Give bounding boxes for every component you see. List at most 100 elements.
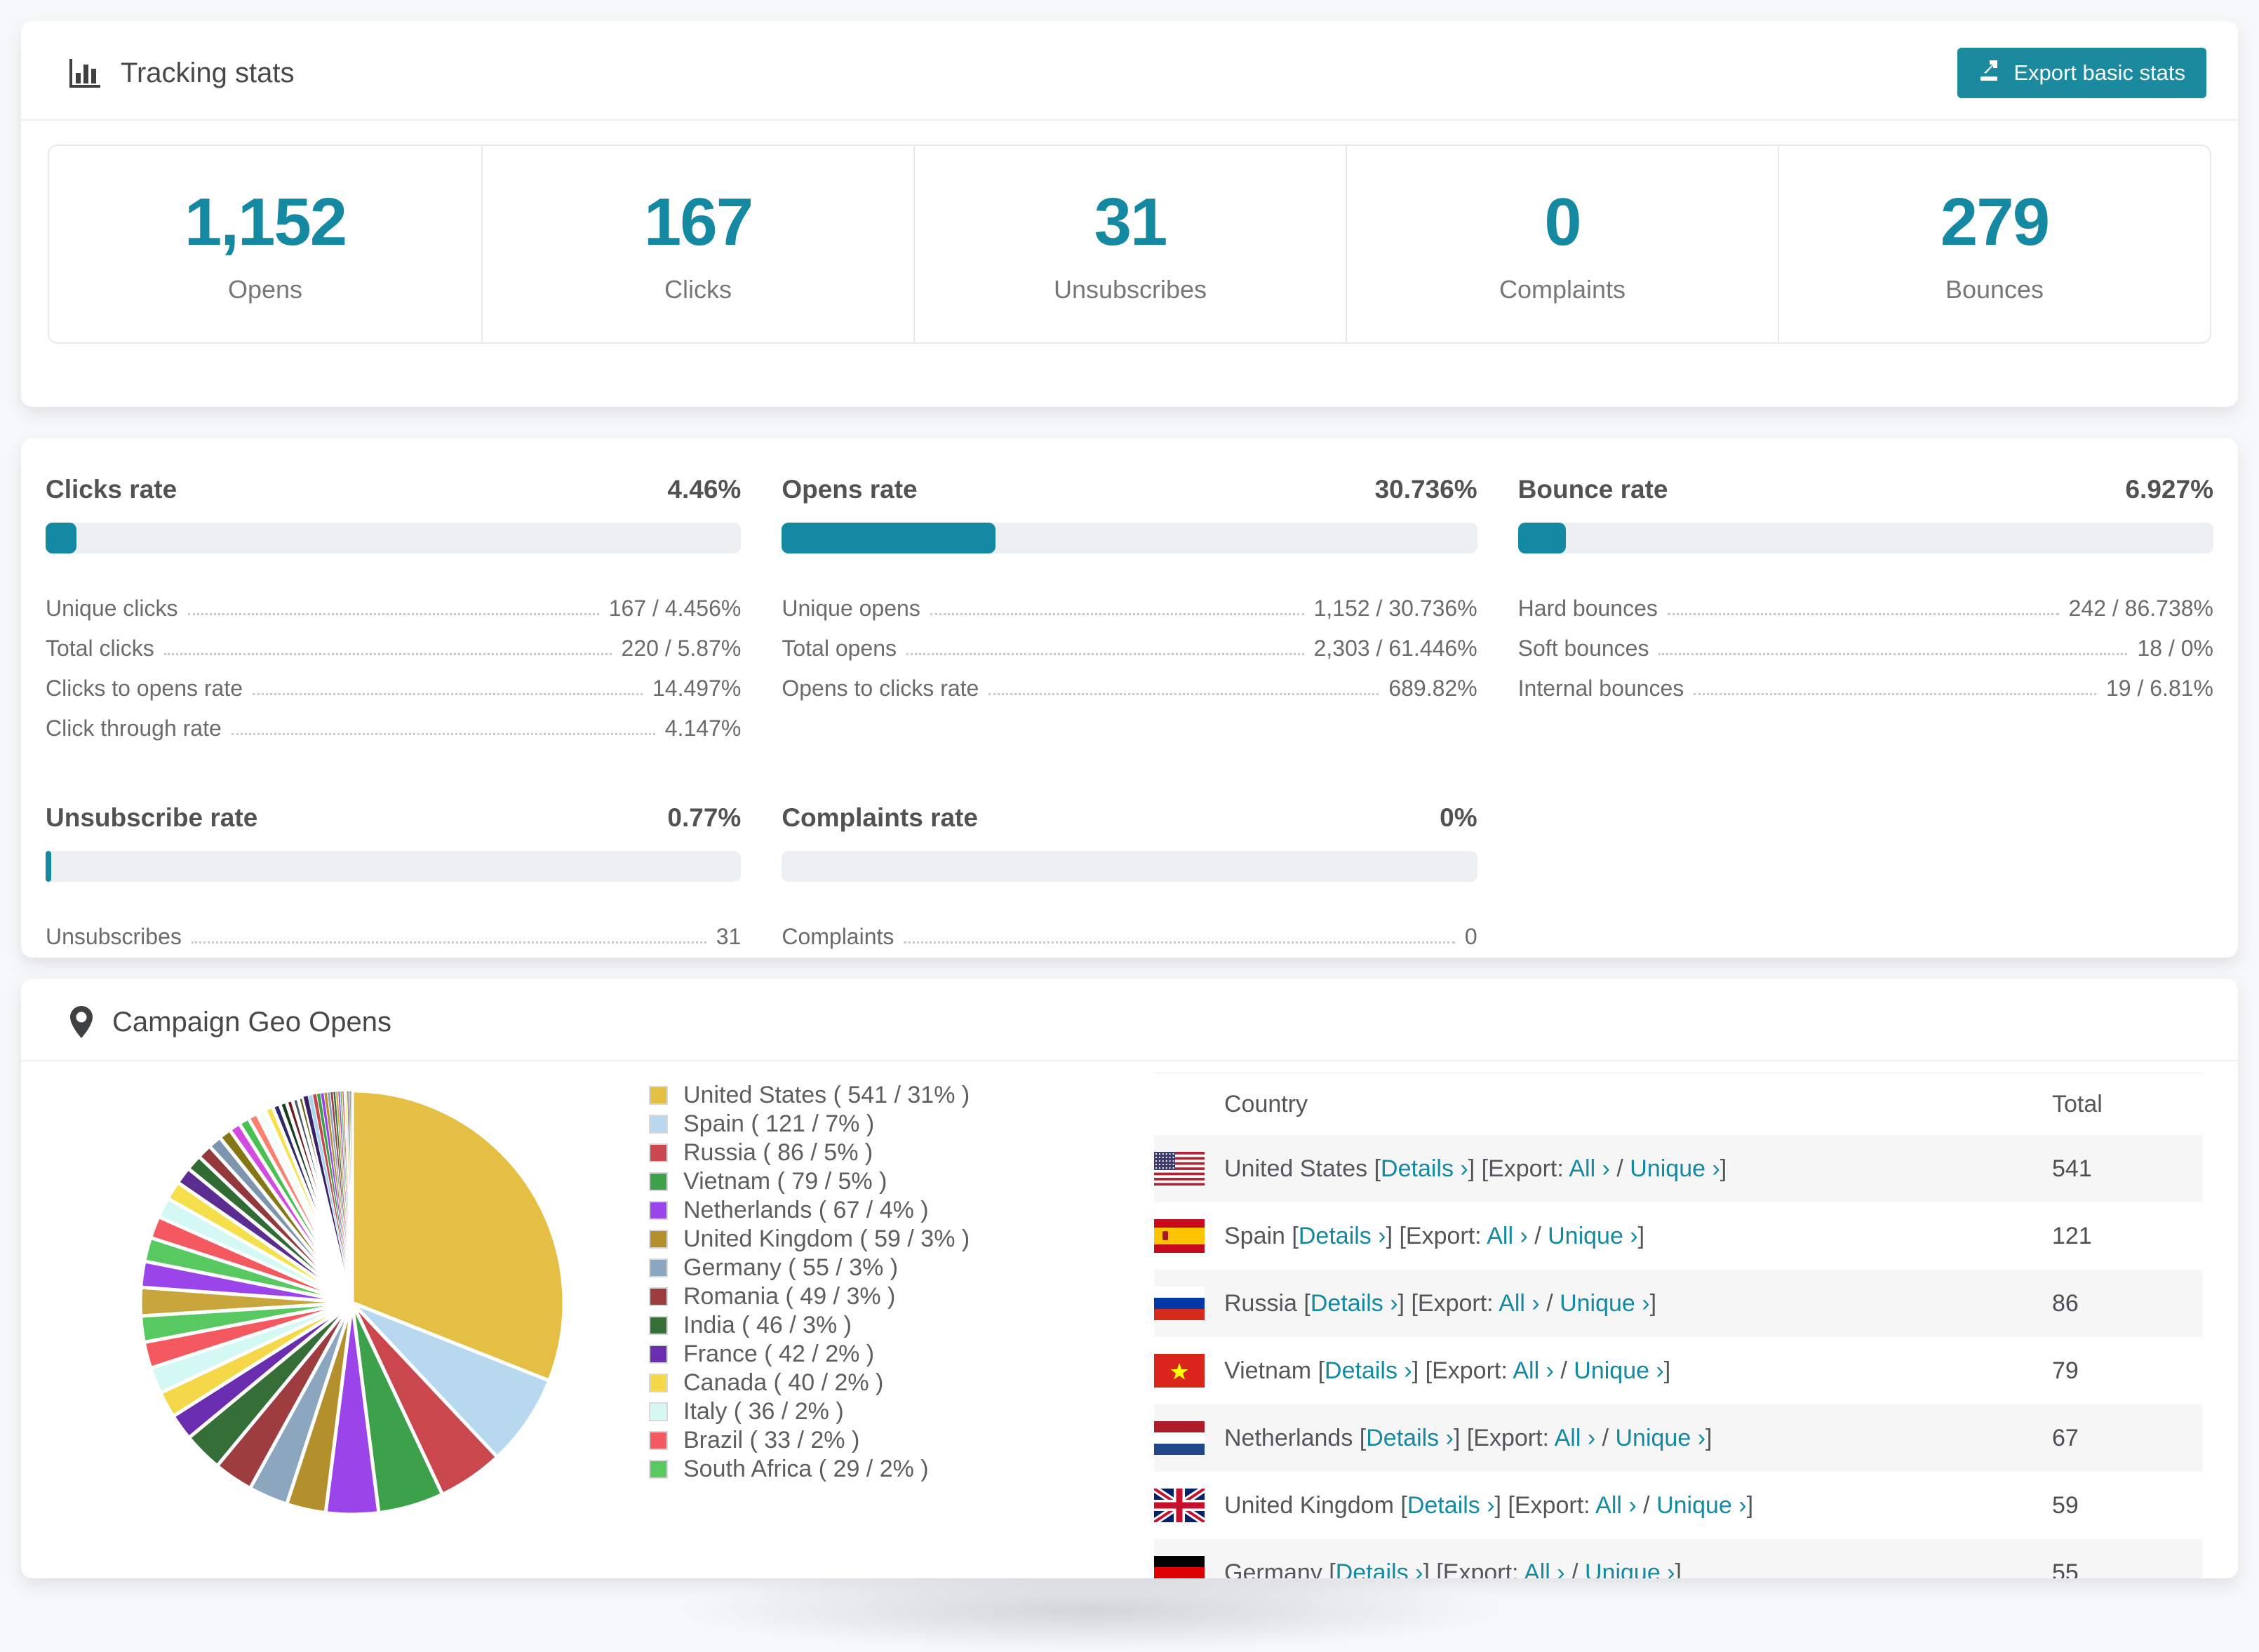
legend-color-swatch [649,1115,668,1134]
export-all-link[interactable]: All › [1487,1223,1528,1249]
country-cell: United States [Details ›] [Export: All ›… [1154,1152,2052,1186]
legend-label: Canada ( 40 / 2% ) [683,1369,884,1396]
rate-stat-row: Clicks to opens rate 14.497% [46,662,741,701]
export-icon [1978,58,2002,88]
details-link[interactable]: Details › [1381,1155,1468,1182]
rate-panel: Opens rate 30.736% Unique opens 1,152 / … [782,475,1477,741]
legend-item: Russia ( 86 / 5% ) [649,1139,970,1167]
export-unique-link[interactable]: Unique › [1585,1559,1675,1579]
stat-label: Complaints [1499,275,1626,304]
geo-table: Country Total United States [Details ›] … [1154,1073,2203,1578]
rate-title: Bounce rate [1517,475,1668,504]
progress-bar-fill [782,523,996,553]
rate-value: 4.46% [667,475,742,504]
rate-stat-value: 220 / 5.87% [621,636,742,661]
export-unique-link[interactable]: Unique › [1548,1223,1638,1249]
rate-stat-value: 14.497% [652,676,742,701]
export-all-link[interactable]: All › [1569,1155,1610,1182]
progress-bar-track [46,851,742,882]
details-link[interactable]: Details › [1325,1357,1412,1384]
country-name: Vietnam [1224,1357,1312,1384]
export-basic-stats-button[interactable]: Export basic stats [1957,48,2206,98]
export-unique-link[interactable]: Unique › [1656,1492,1747,1519]
export-all-link[interactable]: All › [1555,1425,1596,1451]
tracking-stats-page: { "accent": "#1489a1", "tracking": { "ti… [0,0,2259,1652]
rate-stat-value: 2,303 / 61.446% [1313,636,1477,661]
progress-bar-fill [1517,523,1567,553]
tracking-stats-header: Tracking stats Export basic stats [21,21,2238,121]
details-link[interactable]: Details › [1299,1223,1386,1249]
legend-color-swatch [649,1230,668,1249]
dotted-leader [187,613,599,615]
export-button-label: Export basic stats [2013,60,2185,85]
dotted-leader [231,733,655,735]
country-cell: Vietnam [Details ›] [Export: All › / Uni… [1154,1354,2052,1388]
rate-stat-label: Unsubscribes [46,924,182,949]
export-all-link[interactable]: All › [1595,1492,1637,1519]
progress-bar-fill [46,523,77,553]
export-unique-link[interactable]: Unique › [1574,1357,1664,1384]
stat-label: Clicks [664,275,732,304]
country-name: United States [1224,1155,1368,1182]
geo-pie-chart[interactable]: United StatesSpainRussiaVietnamNetherlan… [133,1084,571,1522]
geo-opens-card: Campaign Geo Opens United States Spain Rus… [21,979,2238,1578]
export-unique-link[interactable]: Unique › [1560,1290,1650,1317]
legend-label: France ( 42 / 2% ) [683,1341,875,1367]
details-link[interactable]: Details › [1407,1492,1495,1519]
country-flag-icon [1154,1556,1205,1578]
table-row: Russia [Details ›] [Export: All › / Uniq… [1154,1270,2203,1337]
table-row: Spain [Details ›] [Export: All › / Uniqu… [1154,1202,2203,1270]
legend-item: South Africa ( 29 / 2% ) [649,1455,970,1484]
legend-color-swatch [649,1086,668,1105]
export-unique-link[interactable]: Unique › [1630,1155,1720,1182]
rate-stat-row: Internal bounces 19 / 6.81% [1518,662,2213,701]
rate-value: 0% [1440,803,1477,832]
table-row: Germany [Details ›] [Export: All › / Uni… [1154,1539,2203,1578]
details-link[interactable]: Details › [1311,1290,1398,1317]
rate-stat-row: Opens to clicks rate 689.82% [782,662,1477,701]
rate-stat-label: Total clicks [46,636,154,661]
details-link[interactable]: Details › [1336,1559,1423,1579]
summary-stats: 1,152 Opens 167 Clicks 31 Unsubscribes 0… [48,145,2211,344]
rates-card: Clicks rate 4.46% Unique clicks 167 / 4.… [21,438,2238,958]
country-flag-icon [1154,1421,1205,1455]
page-title-text: Tracking stats [121,57,295,88]
export-all-link[interactable]: All › [1524,1559,1565,1579]
legend-item: Vietnam ( 79 / 5% ) [649,1167,970,1196]
rate-stat-row: Total opens 2,303 / 61.446% [782,622,1477,662]
export-prefix: Export: [1488,1155,1564,1182]
legend-label: Brazil ( 33 / 2% ) [683,1427,860,1453]
dotted-leader [163,653,612,655]
geo-table-body: United States [Details ›] [Export: All ›… [1154,1135,2203,1578]
export-prefix: Export: [1405,1222,1482,1249]
rate-stat-row: Unique opens 1,152 / 30.736% [782,582,1477,622]
legend-item: France ( 42 / 2% ) [649,1340,970,1369]
country-flag-icon [1154,1354,1205,1388]
rate-stat-label: Soft bounces [1517,636,1649,661]
legend-item: United Kingdom ( 59 / 3% ) [649,1225,970,1254]
rate-panel: Bounce rate 6.927% Hard bounces 242 / 86… [1517,475,2213,741]
rate-title: Unsubscribe rate [46,803,258,832]
legend-color-swatch [649,1258,668,1277]
dotted-leader [904,941,1455,943]
country-flag-icon [1154,1489,1205,1522]
rate-rows: Unique opens 1,152 / 30.736% Total opens… [782,582,1477,701]
rate-title: Clicks rate [46,475,177,504]
geo-content: United States Spain Russia Vietnam Netherlan… [21,1073,2238,1578]
rates-grid: Clicks rate 4.46% Unique clicks 167 / 4.… [21,438,2238,950]
export-all-link[interactable]: All › [1499,1290,1540,1317]
country-total: 541 [2052,1155,2092,1182]
legend-item: Netherlands ( 67 / 4% ) [649,1196,970,1225]
table-row: United States [Details ›] [Export: All ›… [1154,1135,2203,1202]
export-all-link[interactable]: All › [1513,1357,1554,1384]
country-total: 79 [2052,1357,2079,1384]
country-name: Spain [1224,1222,1285,1249]
country-flag-icon [1154,1219,1205,1253]
rate-stat-value: 689.82% [1388,676,1477,701]
export-prefix: Export: [1442,1559,1519,1579]
details-link[interactable]: Details › [1366,1425,1454,1451]
legend-color-swatch [649,1143,668,1162]
legend-color-swatch [649,1345,668,1364]
export-unique-link[interactable]: Unique › [1616,1425,1706,1451]
rate-stat-label: Opens to clicks rate [782,676,979,701]
